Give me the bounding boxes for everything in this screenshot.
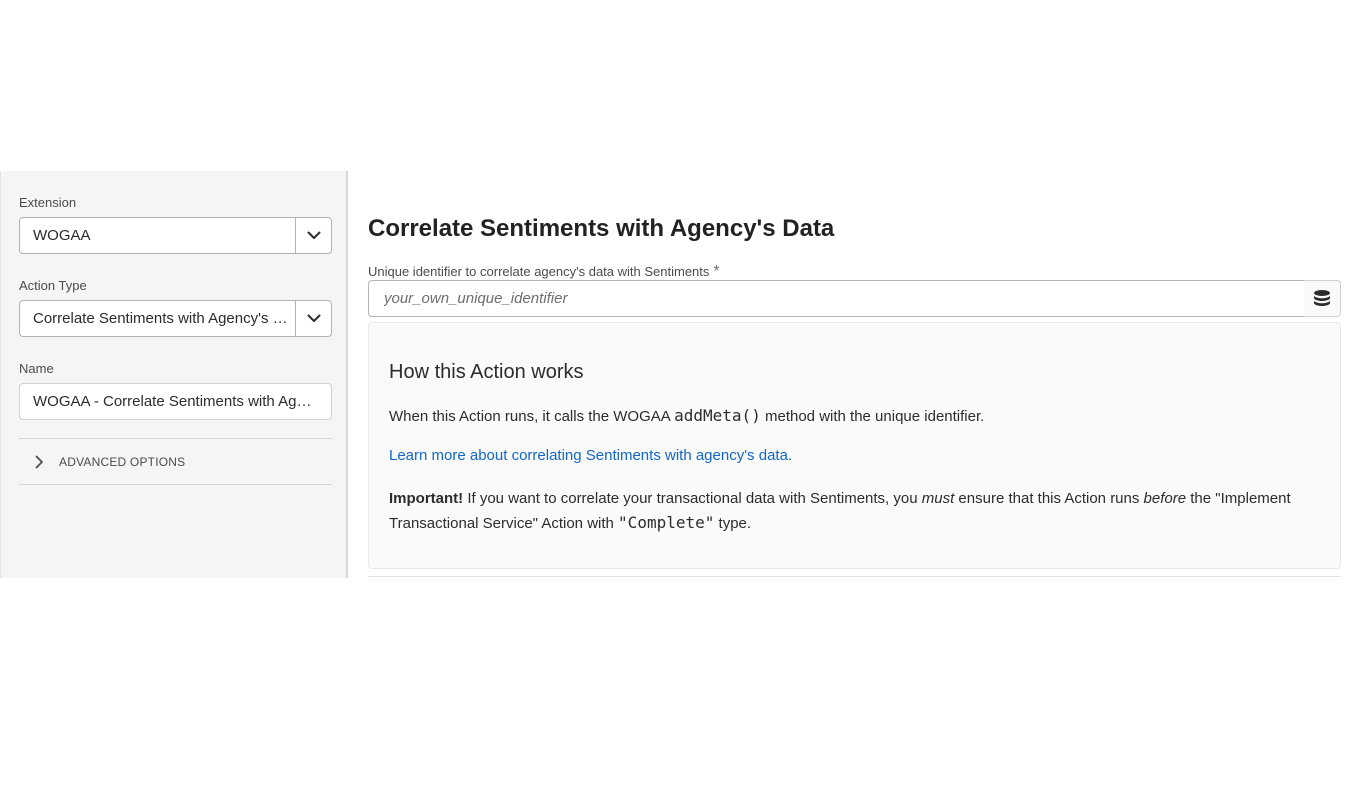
code-snippet: "Complete" [618, 513, 715, 532]
advanced-options-label: ADVANCED OPTIONS [59, 454, 186, 469]
database-icon [1314, 289, 1330, 306]
name-field-value: WOGAA - Correlate Sentiments with Agency… [33, 393, 318, 410]
page-title: Correlate Sentiments with Agency's Data [368, 215, 835, 242]
note-text: If you want to correlate your transactio… [463, 490, 922, 507]
info-text: When this Action runs, it calls the WOGA… [389, 408, 675, 425]
main-panel: Correlate Sentiments with Agency's Data … [368, 171, 1342, 578]
chevron-down-icon [307, 314, 320, 322]
note-text: ensure that this Action runs [954, 490, 1144, 507]
code-snippet: addMeta() [674, 406, 761, 425]
learn-more-link[interactable]: Learn more about correlating Sentiments … [389, 447, 792, 464]
divider [19, 484, 332, 485]
identifier-label-text: Unique identifier to correlate agency's … [368, 264, 710, 279]
identifier-field[interactable] [368, 280, 1305, 317]
extension-picker-value: WOGAA [33, 227, 91, 244]
action-type-picker-value: Correlate Sentiments with Agency's Data [33, 310, 295, 327]
chevron-down-icon [307, 231, 320, 239]
extension-picker-toggle[interactable] [295, 218, 331, 253]
required-mark: * [713, 263, 720, 280]
chevron-right-icon [35, 455, 43, 468]
important-note: Important! If you want to correlate your… [389, 487, 1309, 536]
info-text: method with the unique identifier. [760, 408, 985, 425]
important-label: Important! [389, 490, 464, 507]
data-element-button[interactable] [1304, 280, 1341, 317]
name-field[interactable]: WOGAA - Correlate Sentiments with Agency… [19, 383, 332, 420]
advanced-options-toggle[interactable]: ADVANCED OPTIONS [19, 439, 332, 484]
action-type-label: Action Type [19, 278, 87, 293]
identifier-input[interactable] [382, 289, 1304, 308]
sidebar: Extension WOGAA Action Type Correlate Se… [0, 171, 348, 578]
extension-label: Extension [19, 195, 77, 210]
action-type-picker[interactable]: Correlate Sentiments with Agency's Data [19, 300, 332, 337]
action-config-frame: Extension WOGAA Action Type Correlate Se… [0, 171, 1360, 578]
info-heading: How this Action works [389, 361, 584, 383]
note-emphasis: before [1143, 490, 1187, 507]
divider [368, 576, 1341, 577]
identifier-label: Unique identifier to correlate agency's … [368, 263, 720, 281]
info-description: When this Action runs, it calls the WOGA… [389, 406, 984, 425]
info-panel: How this Action works When this Action r… [368, 322, 1341, 569]
action-type-picker-toggle[interactable] [295, 301, 331, 336]
extension-picker[interactable]: WOGAA [19, 217, 332, 254]
name-label: Name [19, 361, 54, 376]
note-emphasis: must [921, 490, 955, 507]
note-text: type. [714, 515, 752, 532]
